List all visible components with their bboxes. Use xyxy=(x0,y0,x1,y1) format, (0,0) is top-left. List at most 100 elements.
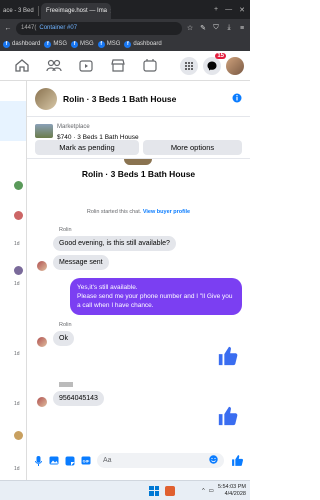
message-input-placeholder: Aa xyxy=(103,457,112,464)
browser-tab-strip: ace - 3 Bed ✕ Freeimage.host — Ima ✕ + —… xyxy=(0,0,250,19)
thumbs-up-icon[interactable] xyxy=(217,405,239,427)
bookmark-item[interactable]: f dashboard xyxy=(3,40,41,48)
conversation-time: 1d xyxy=(14,401,20,407)
browser-tab[interactable]: ace - 3 Bed ✕ xyxy=(0,3,36,19)
conversation-time: 1d xyxy=(14,351,20,357)
conversation-time: 1d xyxy=(14,466,20,472)
outgoing-message[interactable]: Yes,it's still available. Please send me… xyxy=(70,278,242,315)
conversation-avatar[interactable] xyxy=(14,181,23,190)
bookmark-label: MSG xyxy=(106,41,121,47)
incoming-message[interactable]: Good evening, is this still available? xyxy=(53,236,176,251)
conversation-avatar[interactable] xyxy=(14,431,23,440)
image-attach-icon[interactable] xyxy=(49,456,59,466)
messenger-icon[interactable]: 15 xyxy=(203,52,226,75)
emoji-icon[interactable] xyxy=(209,455,218,466)
system-tray: ^ ▭ 5:54:03 PM 4/4/2028 xyxy=(202,484,246,498)
shield-icon[interactable]: ⛉ xyxy=(211,23,221,33)
bookmark-item[interactable]: f MSG xyxy=(44,40,68,48)
chat-panel: Rolin · 3 Beds 1 Bath House Marketplace … xyxy=(27,81,250,480)
chat-header-avatar[interactable] xyxy=(35,87,57,110)
url-text: 1447( xyxy=(21,25,37,31)
thumbs-up-icon[interactable] xyxy=(217,345,239,367)
network-icon[interactable]: ▭ xyxy=(209,488,214,494)
view-buyer-profile-link[interactable]: View buyer profile xyxy=(143,209,190,215)
message-input[interactable]: Aa xyxy=(97,453,224,468)
message-sender: Rolin xyxy=(59,227,72,233)
back-icon[interactable]: ← xyxy=(3,23,13,33)
conversation-avatar[interactable] xyxy=(14,266,23,275)
conversation-list-strip: 1d 1d 1d 1d 1d xyxy=(0,81,27,480)
voice-clip-icon[interactable] xyxy=(33,455,43,466)
incoming-message[interactable]: Ok xyxy=(53,331,74,346)
sender-avatar[interactable] xyxy=(37,261,47,271)
gif-icon[interactable]: GIF xyxy=(81,456,91,466)
started-text: Rolin started this chat. xyxy=(86,209,142,215)
incoming-message[interactable]: Message sent xyxy=(53,255,109,270)
nav-home-icon[interactable] xyxy=(6,51,38,81)
redacted-sender-name xyxy=(59,382,73,387)
bookmark-star-icon[interactable]: ☆ xyxy=(185,23,195,33)
taskbar: ^ ▭ 5:54:03 PM 4/4/2028 xyxy=(0,480,250,500)
facebook-nav-bar: 15 xyxy=(0,51,250,81)
conversation-item-selected[interactable] xyxy=(0,101,26,141)
nav-gaming-icon[interactable] xyxy=(134,51,166,81)
sender-avatar[interactable] xyxy=(37,337,47,347)
conversation-title: Rolin · 3 Beds 1 Bath House xyxy=(81,169,196,179)
incoming-message[interactable]: 9564045143 xyxy=(53,391,104,406)
nav-friends-icon[interactable] xyxy=(38,51,70,81)
bookmark-label: dashboard xyxy=(12,41,41,47)
close-tab-icon[interactable]: ✕ xyxy=(110,8,111,15)
more-options-button[interactable]: More options xyxy=(143,140,242,155)
bookmark-label: MSG xyxy=(80,41,94,47)
tray-chevron-icon[interactable]: ^ xyxy=(202,488,205,494)
chat-header-actions xyxy=(232,93,242,105)
chat-header: Rolin · 3 Beds 1 Bath House xyxy=(27,81,250,117)
minimize-icon[interactable]: — xyxy=(225,6,232,14)
tab-separator xyxy=(38,6,39,16)
conversation-time: 1d xyxy=(14,281,20,287)
window-controls: + — ✕ xyxy=(209,6,250,19)
start-icon[interactable] xyxy=(149,485,159,496)
message-list[interactable]: Rolin · 3 Beds 1 Bath House Rolin starte… xyxy=(27,159,250,441)
info-icon[interactable] xyxy=(232,93,242,105)
tab-title: ace - 3 Bed xyxy=(3,8,34,14)
bookmark-item[interactable]: f MSG xyxy=(71,40,94,48)
svg-text:GIF: GIF xyxy=(83,458,90,463)
browser-tab-active[interactable]: Freeimage.host — Ima ✕ xyxy=(41,3,111,19)
sticker-icon[interactable] xyxy=(65,456,75,466)
nav-video-icon[interactable] xyxy=(70,51,102,81)
chat-header-title[interactable]: Rolin · 3 Beds 1 Bath House xyxy=(63,94,232,104)
url-field[interactable]: 1447( Container #07 xyxy=(16,21,182,35)
message-sender: Rolin xyxy=(59,322,72,328)
thumbs-up-send-icon[interactable] xyxy=(230,454,244,468)
nav-right-group: 15 xyxy=(180,52,244,75)
downloads-icon[interactable]: ⤓ xyxy=(224,23,234,33)
chat-started-notice: Rolin started this chat. View buyer prof… xyxy=(27,209,250,215)
sender-avatar[interactable] xyxy=(37,397,47,407)
close-window-icon[interactable]: ✕ xyxy=(239,6,245,14)
nav-marketplace-icon[interactable] xyxy=(102,51,134,81)
bookmark-item[interactable]: f dashboard xyxy=(124,40,162,48)
facebook-icon: f xyxy=(124,40,132,48)
clock[interactable]: 5:54:03 PM 4/4/2028 xyxy=(218,484,246,498)
facebook-icon: f xyxy=(3,40,10,48)
menu-icon[interactable]: ≡ xyxy=(237,23,247,33)
container-label: Container #07 xyxy=(39,25,78,31)
message-composer: GIF Aa xyxy=(27,441,250,480)
profile-avatar[interactable] xyxy=(226,56,244,75)
extensions-icon[interactable]: ✎ xyxy=(198,23,208,33)
marketplace-label: Marketplace xyxy=(57,124,90,130)
conversation-avatar-large xyxy=(124,159,152,165)
bookmark-item[interactable]: f MSG xyxy=(97,40,121,48)
taskbar-app-icon[interactable] xyxy=(165,485,175,496)
facebook-icon: f xyxy=(44,40,52,48)
menu-grid-icon[interactable] xyxy=(180,56,198,75)
new-tab-icon[interactable]: + xyxy=(214,6,218,14)
bookmark-label: dashboard xyxy=(133,41,162,47)
facebook-icon: f xyxy=(97,40,105,48)
conversation-avatar[interactable] xyxy=(14,211,23,220)
listing-thumbnail[interactable] xyxy=(35,124,53,138)
tab-title: Freeimage.host — Ima xyxy=(46,8,108,14)
bookmark-label: MSG xyxy=(53,41,68,47)
mark-as-pending-button[interactable]: Mark as pending xyxy=(35,140,139,155)
